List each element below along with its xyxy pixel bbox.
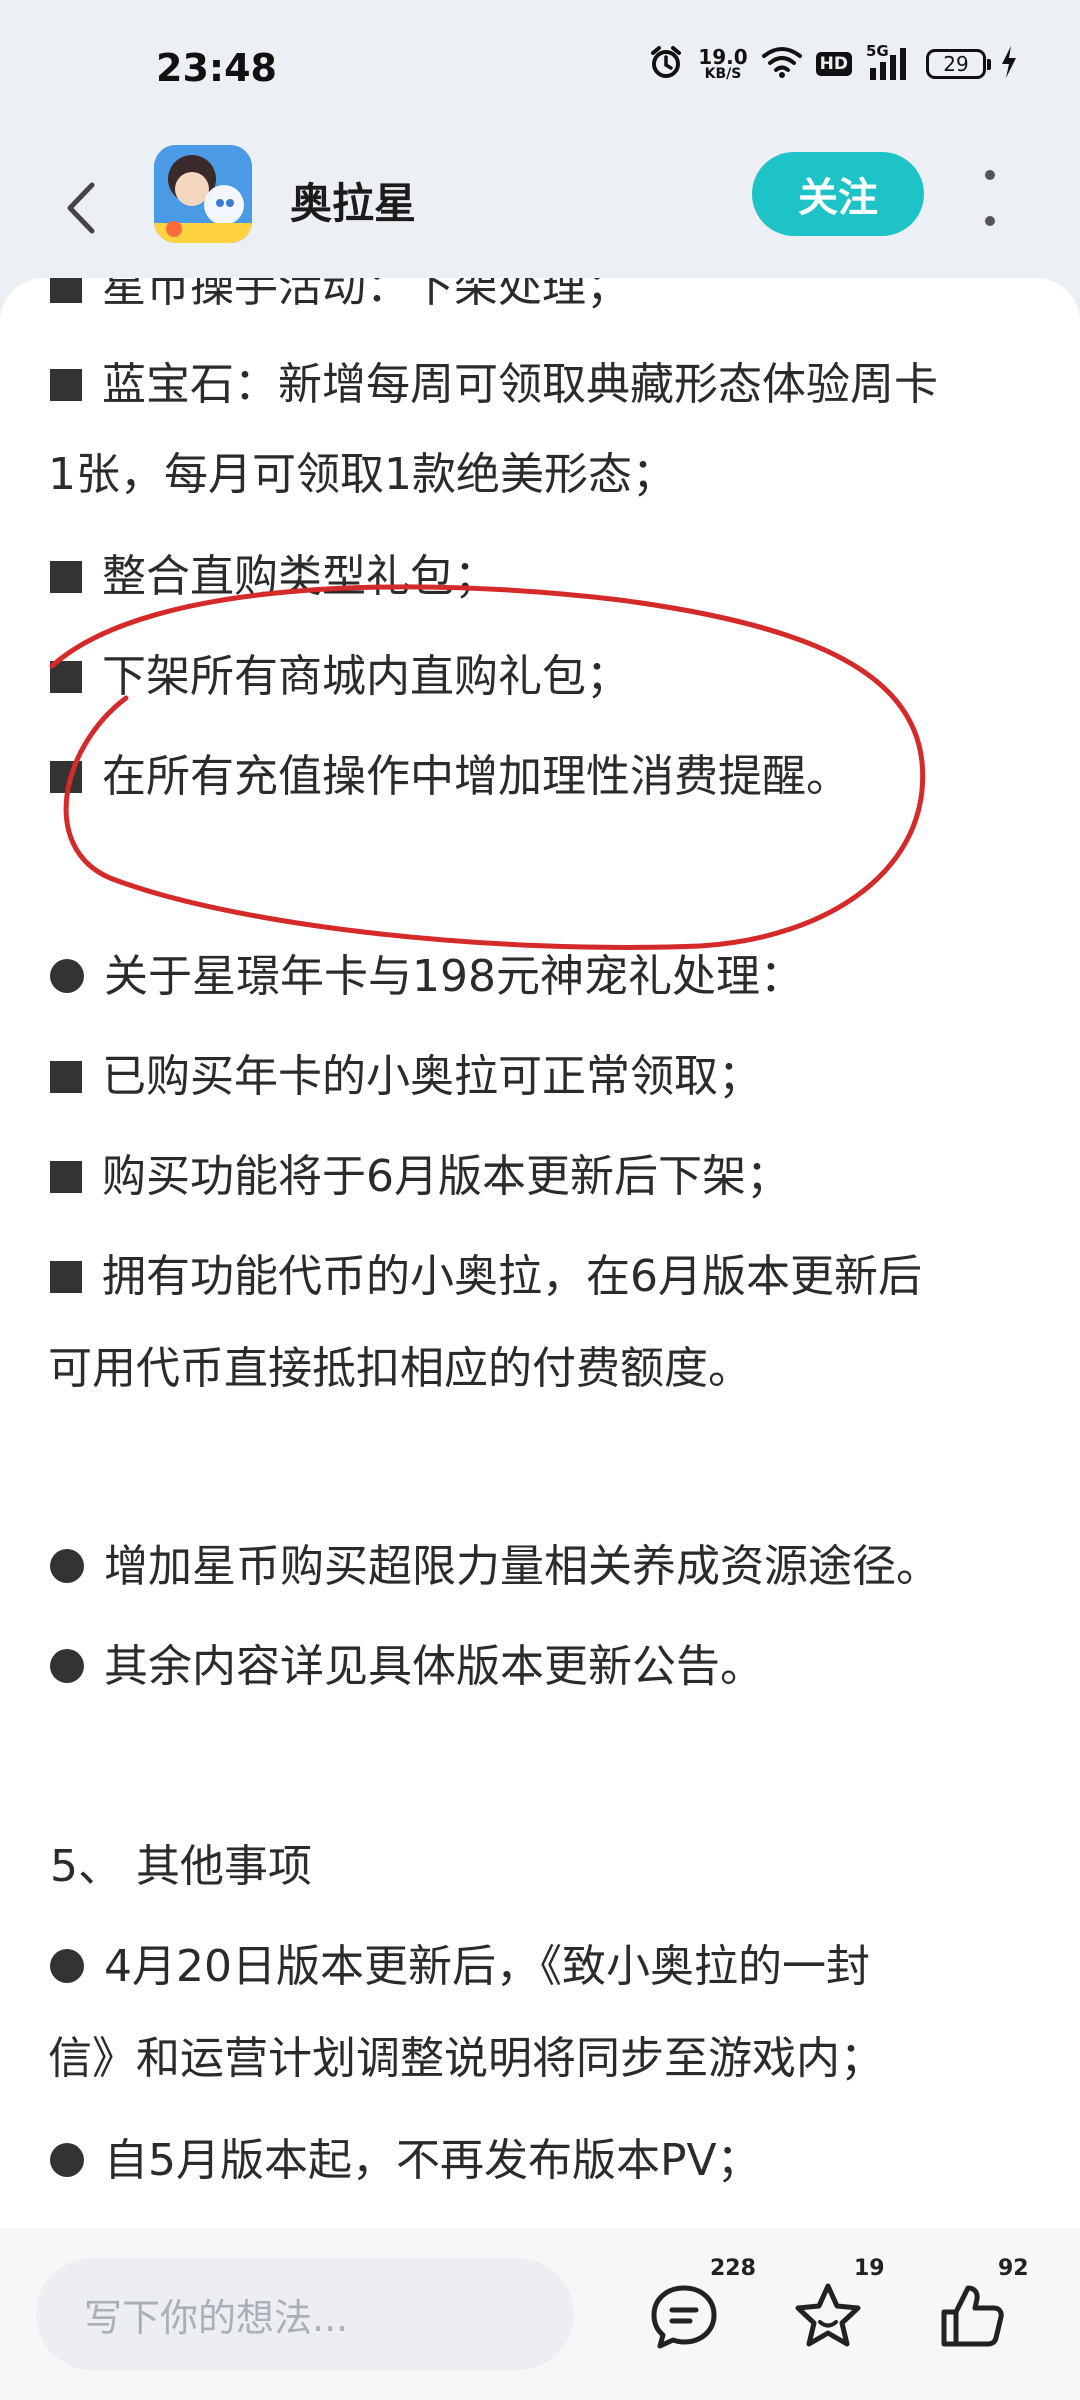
hd-badge: HD: [815, 52, 852, 76]
more-options-button[interactable]: [978, 170, 1002, 226]
charging-icon: [1000, 45, 1018, 83]
bottom-action-bar: 写下你的想法... 228 19 92: [0, 2228, 1080, 2400]
comment-icon: [651, 2285, 717, 2349]
bullet-square-icon: [50, 1061, 82, 1093]
list-item: 增加星币购买超限力量相关养成资源途径。: [50, 1530, 940, 1594]
comment-button[interactable]: 228: [648, 2256, 756, 2352]
chevron-left-icon: [67, 182, 95, 234]
status-icons: 19.0 KB/S HD 5G 29: [648, 42, 1018, 84]
more-dot-icon: [985, 170, 995, 180]
app-avatar[interactable]: [154, 145, 252, 243]
list-item: 整合直购类型礼包；: [50, 540, 498, 604]
bullet-square-icon: [50, 369, 82, 401]
list-item: 购买功能将于6月版本更新后下架；: [50, 1140, 790, 1204]
page-title: 奥拉星: [290, 179, 417, 228]
comment-input[interactable]: 写下你的想法...: [36, 2258, 574, 2370]
list-item-continuation: 信》和运营计划调整说明将同步至游戏内；: [48, 2033, 884, 2084]
header: 奥拉星 关注: [0, 140, 1080, 270]
signal-label: 5G: [866, 42, 889, 60]
status-bar: 23:48 19.0 KB/S HD 5G 29: [0, 0, 1080, 140]
bullet-square-icon: [50, 1261, 82, 1293]
back-button[interactable]: [52, 168, 108, 248]
net-speed-value: 19.0: [698, 45, 748, 69]
list-item: 拥有功能代币的小奥拉，在6月版本更新后: [50, 1240, 922, 1304]
list-item: 关于星璟年卡与198元神宠礼处理：: [50, 940, 804, 1004]
net-speed-unit: KB/S: [704, 66, 742, 82]
comment-count: 228: [710, 2256, 756, 2281]
bullet-dot-icon: [50, 2143, 84, 2177]
signal-icon: 5G: [866, 42, 912, 82]
wifi-icon: [761, 46, 802, 82]
bullet-square-icon: [50, 278, 82, 303]
list-item-continuation: 1张，每月可领取1款绝美形态；: [48, 449, 676, 500]
bullet-square-icon: [50, 561, 82, 593]
status-time: 23:48: [156, 46, 277, 90]
star-icon: [795, 2283, 861, 2347]
bullet-square-icon: [50, 661, 82, 693]
bullet-dot-icon: [50, 1949, 84, 1983]
like-button[interactable]: 92: [936, 2256, 1029, 2352]
follow-button[interactable]: 关注: [752, 152, 924, 236]
list-item: 在所有充值操作中增加理性消费提醒。: [50, 740, 850, 804]
list-item: 4月20日版本更新后，《致小奥拉的一封: [50, 1930, 870, 1994]
section-heading: 5、 其他事项: [50, 1841, 312, 1892]
favorite-count: 19: [854, 2256, 885, 2281]
bullet-dot-icon: [50, 1549, 84, 1583]
battery-indicator: 29: [926, 49, 991, 79]
list-item: 下架所有商城内直购礼包；: [50, 640, 630, 704]
bullet-dot-icon: [50, 959, 84, 993]
alarm-icon: [648, 44, 684, 84]
list-item-continuation: 可用代币直接抵扣相应的付费额度。: [48, 1343, 752, 1394]
list-item: 蓝宝石：新增每周可领取典藏形态体验周卡: [50, 348, 938, 412]
article-content: 星币操手活动：下架处理； 蓝宝石：新增每周可领取典藏形态体验周卡 1张，每月可领…: [0, 278, 1080, 2228]
like-count: 92: [998, 2256, 1029, 2281]
bullet-square-icon: [50, 1161, 82, 1193]
list-item: 星币操手活动：下架处理；: [50, 278, 630, 314]
list-item: 已购买年卡的小奥拉可正常领取；: [50, 1040, 762, 1104]
bullet-dot-icon: [50, 1649, 84, 1683]
list-item: 其余内容详见具体版本更新公告。: [50, 1630, 764, 1694]
bullet-square-icon: [50, 761, 82, 793]
list-item: 自5月版本起，不再发布版本PV；: [50, 2124, 761, 2188]
favorite-button[interactable]: 19: [792, 2256, 885, 2352]
net-speed: 19.0 KB/S: [698, 47, 747, 81]
thumbs-up-icon: [941, 2285, 1004, 2347]
more-dot-icon: [985, 216, 995, 226]
